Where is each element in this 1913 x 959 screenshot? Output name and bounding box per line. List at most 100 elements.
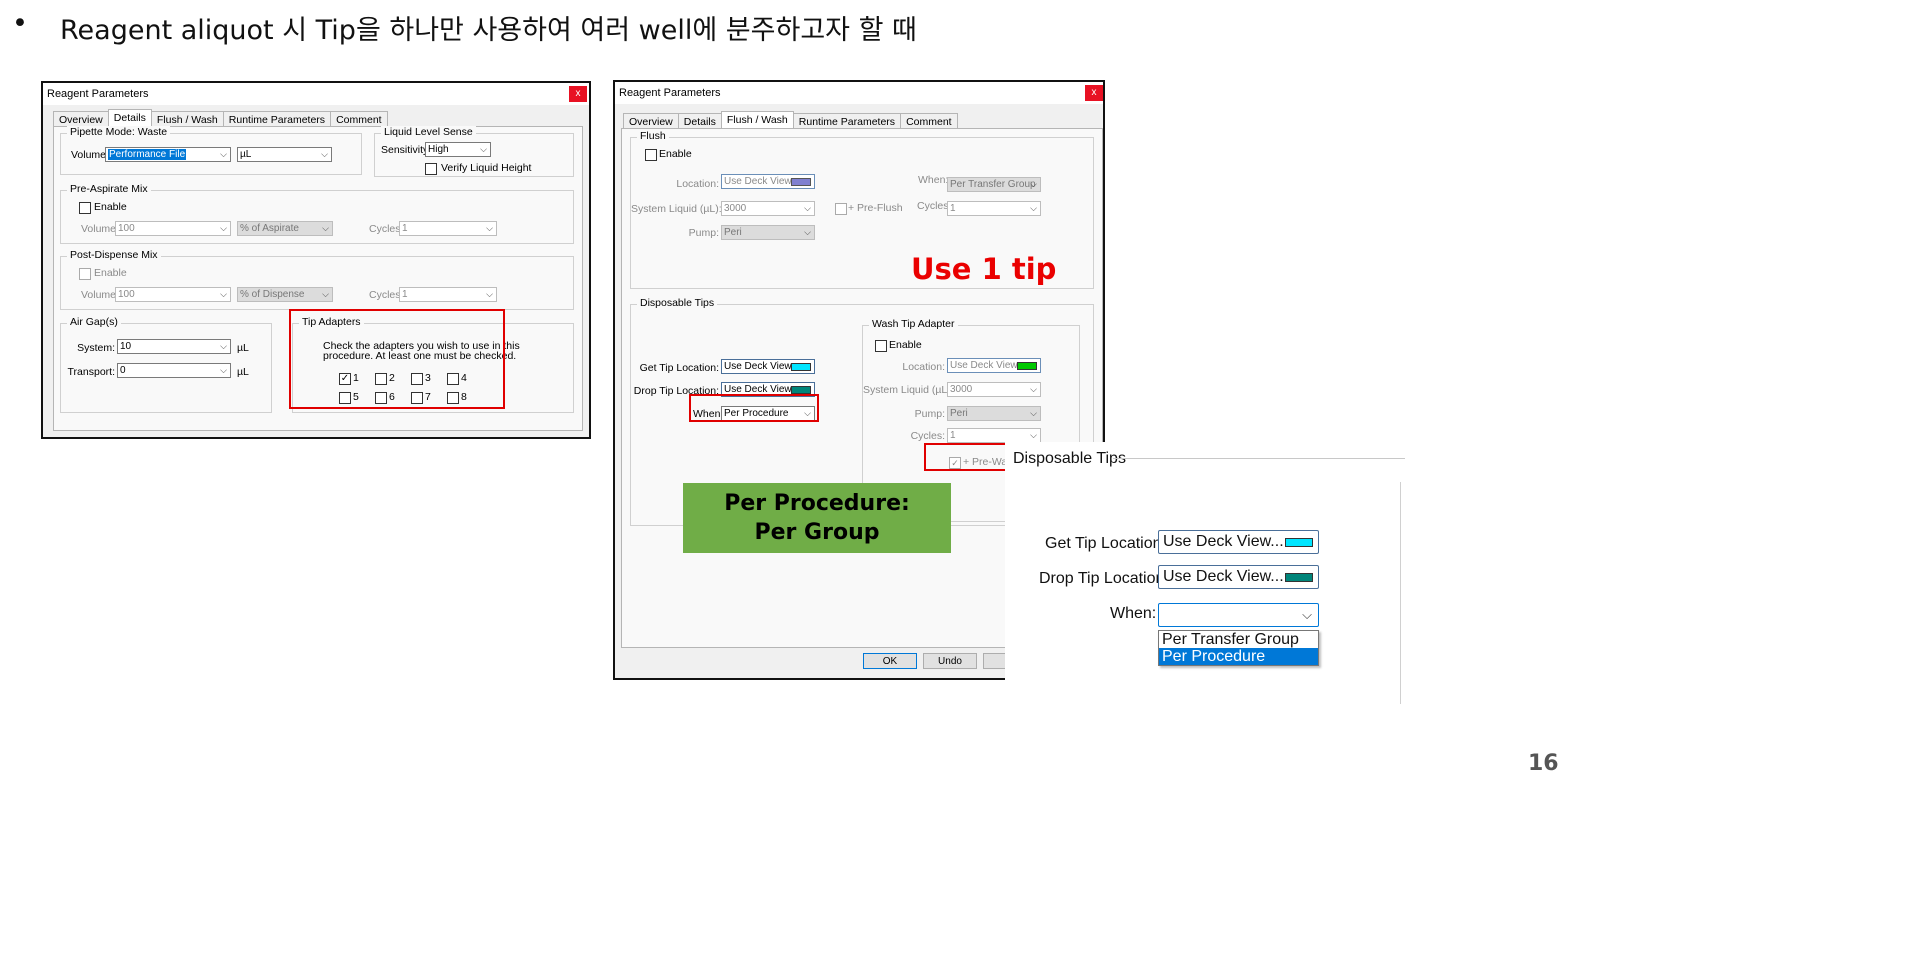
chevron-down-icon: ⌵ [220, 223, 227, 233]
zoom-when-combo[interactable]: Per Procedure ⌵ [1158, 603, 1319, 627]
bullet-mark: • [12, 8, 28, 39]
chevron-down-icon: ⌵ [322, 289, 329, 299]
chevron-down-icon: ⌵ [486, 289, 493, 299]
chevron-down-icon: ⌵ [804, 227, 811, 237]
per-procedure-callout-line2: Per Group [754, 520, 880, 545]
wash-tip-location-button[interactable]: Use Deck View... [947, 358, 1041, 373]
wash-tip-system-liquid-label: System Liquid (µL): [863, 384, 954, 396]
disposable-tips-legend: Disposable Tips [637, 297, 718, 309]
sensitivity-label: Sensitivity: [381, 144, 432, 156]
air-gap-system-label: System: [77, 342, 115, 354]
title-bar: Reagent Parameters x [43, 83, 589, 105]
wash-tip-enable-checkbox[interactable] [875, 340, 887, 352]
flush-location-label: Location: [676, 178, 719, 190]
liquid-level-sense-group: Liquid Level Sense Sensitivity: High ⌵ Ve… [374, 126, 574, 177]
wash-tip-pump-combo[interactable]: Peri ⌵ [947, 406, 1041, 421]
wash-tip-cycles-combo[interactable]: 1 ⌵ [947, 428, 1041, 443]
verify-liquid-height-label: Verify Liquid Height [441, 162, 532, 174]
post-dispense-enable-label: Enable [94, 267, 127, 279]
volume-combo[interactable]: Performance File ⌵ [105, 147, 231, 162]
when-highlight [689, 394, 819, 422]
pre-aspirate-enable-checkbox[interactable] [79, 202, 91, 214]
zoom-legend: Disposable Tips [1013, 450, 1126, 467]
chevron-down-icon: ⌵ [321, 149, 328, 159]
get-tip-location-label: Get Tip Location: [639, 362, 719, 374]
flush-pump-combo[interactable]: Peri ⌵ [721, 225, 815, 240]
pre-aspirate-mix-group: Pre-Aspirate Mix Enable Volume: 100 ⌵ % o… [60, 183, 574, 244]
flush-system-liquid-label: System Liquid (µL): [631, 203, 722, 215]
pre-flush-label: + Pre-Flush [848, 202, 903, 214]
ok-button[interactable]: OK [863, 653, 917, 669]
wash-tip-system-liquid-combo[interactable]: 3000 ⌵ [947, 382, 1041, 397]
pre-aspirate-volume-combo[interactable]: 100 ⌵ [115, 221, 231, 236]
zoom-get-tip-location-label: Get Tip Location: [1045, 535, 1166, 552]
flush-legend: Flush [637, 130, 669, 142]
pre-aspirate-enable-label: Enable [94, 201, 127, 213]
flush-cycles-combo[interactable]: 1 ⌵ [947, 201, 1041, 216]
chevron-down-icon: ⌵ [804, 203, 811, 213]
zoom-when-dropdown-list: Per Transfer Group Per Procedure [1158, 630, 1319, 666]
close-button[interactable]: x [1085, 85, 1103, 101]
pre-aspirate-mix-legend: Pre-Aspirate Mix [67, 183, 151, 195]
chevron-down-icon: ⌵ [220, 365, 227, 375]
disposable-tips-zoom-inset: Disposable Tips Get Tip Location: Use De… [1005, 442, 1405, 704]
zoom-drop-tip-location-button[interactable]: Use Deck View... [1158, 565, 1319, 589]
pre-aspirate-volume-label: Volume: [81, 223, 119, 235]
post-dispense-mix-group: Post-Dispense Mix Enable Volume: 100 ⌵ % … [60, 249, 574, 310]
use-one-tip-callout: Use 1 tip [911, 252, 1057, 286]
flush-enable-checkbox[interactable] [645, 149, 657, 161]
title-bar: Reagent Parameters x [615, 82, 1103, 104]
color-swatch-icon [1285, 538, 1313, 547]
flush-system-liquid-combo[interactable]: 3000 ⌵ [721, 201, 815, 216]
reagent-parameters-dialog-details: Reagent Parameters x Overview Details Fl… [41, 81, 591, 439]
chevron-down-icon: ⌵ [1030, 430, 1037, 440]
dialog-title: Reagent Parameters [619, 87, 721, 99]
post-dispense-volume-label: Volume: [81, 289, 119, 301]
close-button[interactable]: x [569, 86, 587, 102]
flush-enable-label: Enable [659, 148, 692, 160]
wash-tip-cycles-label: Cycles: [910, 430, 945, 442]
color-swatch-icon [791, 178, 811, 186]
wash-tip-adapter-legend: Wash Tip Adapter [869, 318, 958, 330]
post-dispense-enable-checkbox[interactable] [79, 268, 91, 280]
flush-when-combo[interactable]: Per Transfer Group ⌵ [947, 177, 1041, 192]
flush-location-button[interactable]: Use Deck View... [721, 174, 815, 189]
per-procedure-callout-line1: Per Procedure: [724, 491, 910, 516]
post-dispense-cycles-combo[interactable]: 1 ⌵ [399, 287, 497, 302]
verify-liquid-height-checkbox[interactable] [425, 163, 437, 175]
chevron-down-icon: ⌵ [480, 144, 487, 154]
undo-button[interactable]: Undo [923, 653, 977, 669]
volume-unit-combo[interactable]: µL ⌵ [237, 147, 332, 162]
chevron-down-icon: ⌵ [1302, 607, 1312, 622]
post-dispense-volume-combo[interactable]: 100 ⌵ [115, 287, 231, 302]
wash-tip-enable-label: Enable [889, 339, 922, 351]
zoom-get-tip-location-button[interactable]: Use Deck View... [1158, 530, 1319, 554]
slide-heading: Reagent aliquot 시 Tip을 하나만 사용하여 여러 well에… [60, 15, 917, 46]
tip-adapters-highlight [289, 309, 505, 409]
pre-flush-checkbox[interactable] [835, 203, 847, 215]
pre-aspirate-unit-combo[interactable]: % of Aspirate ⌵ [237, 221, 333, 236]
air-gap-transport-label: Transport: [67, 366, 115, 378]
wash-tip-pump-label: Pump: [914, 408, 945, 420]
air-gap-transport-combo[interactable]: 0 ⌵ [117, 363, 231, 378]
wash-tip-location-label: Location: [902, 361, 945, 373]
chevron-down-icon: ⌵ [1030, 203, 1037, 213]
liquid-level-sense-legend: Liquid Level Sense [381, 126, 476, 138]
group-border [1400, 482, 1401, 704]
chevron-down-icon: ⌵ [1030, 179, 1037, 189]
post-dispense-unit-combo[interactable]: % of Dispense ⌵ [237, 287, 333, 302]
dialog-title: Reagent Parameters [47, 88, 149, 100]
get-tip-location-button[interactable]: Use Deck View... [721, 359, 815, 374]
air-gap-legend: Air Gap(s) [67, 316, 121, 328]
volume-label: Volume: [71, 149, 109, 161]
dropdown-option-per-procedure[interactable]: Per Procedure [1159, 648, 1318, 665]
chevron-down-icon: ⌵ [220, 149, 227, 159]
pre-aspirate-cycles-combo[interactable]: 1 ⌵ [399, 221, 497, 236]
flush-pump-label: Pump: [688, 227, 719, 239]
sensitivity-combo[interactable]: High ⌵ [425, 142, 491, 157]
color-swatch-icon [1285, 573, 1313, 582]
chevron-down-icon: ⌵ [1030, 408, 1037, 418]
dropdown-option-per-transfer-group[interactable]: Per Transfer Group [1159, 631, 1318, 648]
air-gap-system-combo[interactable]: 10 ⌵ [117, 339, 231, 354]
zoom-drop-tip-location-label: Drop Tip Location: [1039, 570, 1169, 587]
